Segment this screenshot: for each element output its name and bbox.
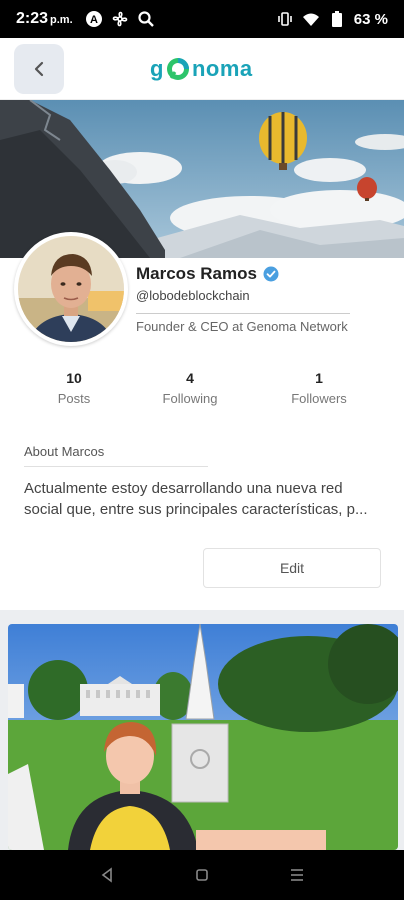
battery-percent: 63 % <box>353 10 388 28</box>
profile-name: Marcos Ramos <box>136 264 257 283</box>
profile-divider <box>136 313 350 314</box>
battery-icon <box>328 10 346 28</box>
wifi-icon <box>302 10 320 28</box>
genoma-logo-mark-icon <box>166 58 189 80</box>
stat-followers-label: Followers <box>291 391 347 406</box>
status-bar: 2:23 p.m. A 63 % <box>0 0 404 38</box>
profile-stats: 10 Posts 4 Following 1 Followers <box>0 370 404 414</box>
chevron-left-icon <box>34 61 44 77</box>
stat-following-label: Following <box>162 391 218 406</box>
logo-text-end: noma <box>191 56 253 81</box>
stat-posts-value: 10 <box>66 370 82 386</box>
stat-following[interactable]: 4 Following <box>130 370 250 406</box>
stat-followers[interactable]: 1 Followers <box>259 370 379 406</box>
search-icon <box>137 10 155 28</box>
stat-followers-value: 1 <box>315 370 323 386</box>
profile-name-row: Marcos Ramos <box>136 264 279 284</box>
genoma-logo: g noma <box>150 52 253 86</box>
about-text-line-2: social que, entre sus principales caract… <box>24 501 368 518</box>
a-icon: A <box>85 10 103 28</box>
verified-badge-icon <box>263 266 279 282</box>
about-title: About Marcos <box>24 444 105 459</box>
status-time: 2:23 p.m. <box>16 10 73 27</box>
edit-profile-button[interactable]: Edit <box>203 548 381 588</box>
home-square-icon[interactable] <box>187 860 217 890</box>
profile-avatar[interactable] <box>14 232 128 346</box>
back-button[interactable] <box>14 44 64 94</box>
stat-posts-label: Posts <box>57 391 91 406</box>
app-header: g noma <box>0 38 404 100</box>
logo-text-start: g <box>150 56 164 81</box>
system-nav-bar <box>0 850 404 900</box>
profile-title: Founder & CEO at Genoma Network <box>136 319 348 334</box>
back-triangle-icon[interactable] <box>92 860 122 890</box>
fan-icon <box>111 10 129 28</box>
post-photo[interactable] <box>8 624 398 850</box>
stat-posts[interactable]: 10 Posts <box>14 370 134 406</box>
menu-lines-icon[interactable] <box>282 860 312 890</box>
vibrate-icon <box>276 10 294 28</box>
svg-text:A: A <box>90 14 98 26</box>
stat-following-value: 4 <box>186 370 194 386</box>
profile-handle: @lobodeblockchain <box>136 288 250 303</box>
about-text-line-1: Actualmente estoy desarrollando una nuev… <box>24 480 343 497</box>
about-divider <box>24 466 208 467</box>
about-text[interactable]: Actualmente estoy desarrollando una nuev… <box>24 478 384 520</box>
